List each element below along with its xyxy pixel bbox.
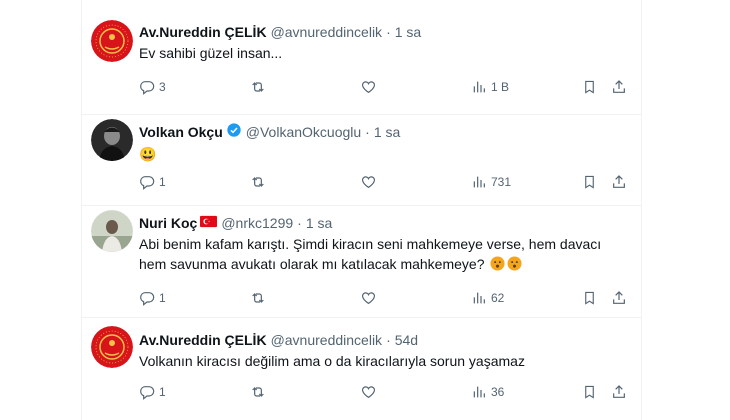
- tweet-text: Ev sahibi güzel insan...: [139, 45, 283, 61]
- retweet-icon: [252, 177, 264, 187]
- heart-icon: [361, 176, 376, 189]
- views-button[interactable]: 36: [471, 382, 504, 402]
- bookmark-icon: [585, 385, 594, 399]
- heart-icon: [361, 81, 376, 94]
- avatar[interactable]: [91, 119, 133, 161]
- bookmark-button[interactable]: [582, 288, 597, 308]
- like-button[interactable]: [360, 382, 381, 402]
- views-chart-icon: [473, 292, 485, 304]
- share-icon: [613, 291, 625, 304]
- share-button[interactable]: [611, 77, 627, 97]
- reply-tweet[interactable]: Volkan Okçu @VolkanOkcuoglu · 1 sa 😃 1 7…: [82, 115, 641, 206]
- like-button[interactable]: [360, 172, 381, 192]
- tweet-text: Abi benim kafam karıştı. Şimdi kiracın s…: [139, 234, 631, 274]
- timestamp[interactable]: 1 sa: [306, 214, 332, 232]
- retweet-icon: [252, 387, 264, 397]
- display-name[interactable]: Av.Nureddin ÇELİK: [139, 331, 267, 349]
- share-icon: [613, 80, 625, 93]
- timestamp[interactable]: 1 sa: [374, 123, 400, 141]
- bookmark-icon: [585, 80, 594, 94]
- share-icon: [613, 385, 625, 398]
- share-button[interactable]: [611, 172, 627, 192]
- verified-badge-icon: [226, 122, 242, 142]
- reply-button[interactable]: 1: [139, 172, 166, 192]
- retweet-icon: [252, 82, 264, 92]
- reply-icon: [140, 386, 155, 400]
- reply-count: 1: [159, 291, 166, 305]
- heart-icon: [361, 292, 376, 305]
- retweet-button[interactable]: [249, 172, 271, 192]
- tweet-text: Volkanın kiracısı değilim ama o da kirac…: [139, 353, 525, 369]
- view-count: 62: [491, 291, 505, 305]
- share-icon: [613, 175, 625, 188]
- retweet-button[interactable]: [249, 77, 271, 97]
- user-handle[interactable]: @avnureddincelik: [271, 23, 383, 41]
- avatar[interactable]: [91, 210, 133, 252]
- tweet-text-body: Abi benim kafam karıştı. Şimdi kiracın s…: [139, 236, 602, 272]
- column-border-right: [641, 0, 642, 420]
- separator-dot: ·: [365, 124, 370, 140]
- share-button[interactable]: [611, 382, 627, 402]
- user-handle[interactable]: @nrkc1299: [221, 214, 293, 232]
- reply-icon: [140, 176, 155, 190]
- like-button[interactable]: [360, 288, 381, 308]
- view-count: 731: [491, 175, 512, 189]
- retweet-button[interactable]: [249, 382, 271, 402]
- reply-count: 1: [159, 175, 166, 189]
- reply-tweet[interactable]: Nuri Koç @nrkc1299 · 1 sa Abi benim kafa…: [82, 206, 641, 318]
- bookmark-icon: [585, 175, 594, 189]
- display-name[interactable]: Volkan Okçu: [139, 123, 223, 141]
- view-count: 1 B: [491, 80, 510, 94]
- reply-count: 1: [159, 385, 166, 399]
- reply-icon: [140, 81, 155, 95]
- display-name[interactable]: Av.Nureddin ÇELİK: [139, 23, 267, 41]
- reply-tweet[interactable]: Av.Nureddin ÇELİK @avnureddincelik · 1 s…: [82, 0, 641, 115]
- reply-button[interactable]: 1: [139, 382, 166, 402]
- views-chart-icon: [473, 176, 485, 188]
- reply-button[interactable]: 3: [139, 77, 166, 97]
- avatar[interactable]: [91, 20, 133, 62]
- timestamp[interactable]: 1 sa: [395, 23, 421, 41]
- bookmark-button[interactable]: [582, 172, 597, 192]
- retweet-button[interactable]: [249, 288, 271, 308]
- turkey-flag-icon: [200, 214, 218, 232]
- avatar[interactable]: [91, 326, 133, 368]
- reply-icon: [140, 292, 155, 306]
- bookmark-icon: [585, 291, 594, 305]
- display-name[interactable]: Nuri Koç: [139, 214, 197, 232]
- share-button[interactable]: [611, 288, 627, 308]
- views-button[interactable]: 62: [471, 288, 504, 308]
- hushed-face-emoji-icon: [490, 256, 505, 271]
- user-handle[interactable]: @VolkanOkcuoglu: [246, 123, 361, 141]
- separator-dot: ·: [386, 24, 391, 40]
- views-chart-icon: [473, 386, 485, 398]
- reply-tweet[interactable]: Av.Nureddin ÇELİK @avnureddincelik · 54d…: [82, 318, 641, 420]
- views-button[interactable]: 731: [471, 172, 511, 192]
- separator-dot: ·: [297, 215, 302, 231]
- reply-count: 3: [159, 80, 166, 94]
- reply-button[interactable]: 1: [139, 288, 166, 308]
- views-chart-icon: [473, 81, 485, 93]
- views-button[interactable]: 1 B: [471, 77, 509, 97]
- user-handle[interactable]: @avnureddincelik: [271, 331, 383, 349]
- reply-thread: Av.Nureddin ÇELİK @avnureddincelik · 1 s…: [0, 0, 730, 420]
- tweet-text: 😃: [139, 146, 157, 162]
- view-count: 36: [491, 385, 505, 399]
- like-button[interactable]: [360, 77, 381, 97]
- hushed-face-emoji-icon: [507, 256, 522, 271]
- bookmark-button[interactable]: [582, 382, 597, 402]
- timestamp[interactable]: 54d: [395, 331, 418, 349]
- bookmark-button[interactable]: [582, 77, 597, 97]
- retweet-icon: [252, 293, 264, 303]
- heart-icon: [361, 386, 376, 399]
- separator-dot: ·: [386, 332, 391, 348]
